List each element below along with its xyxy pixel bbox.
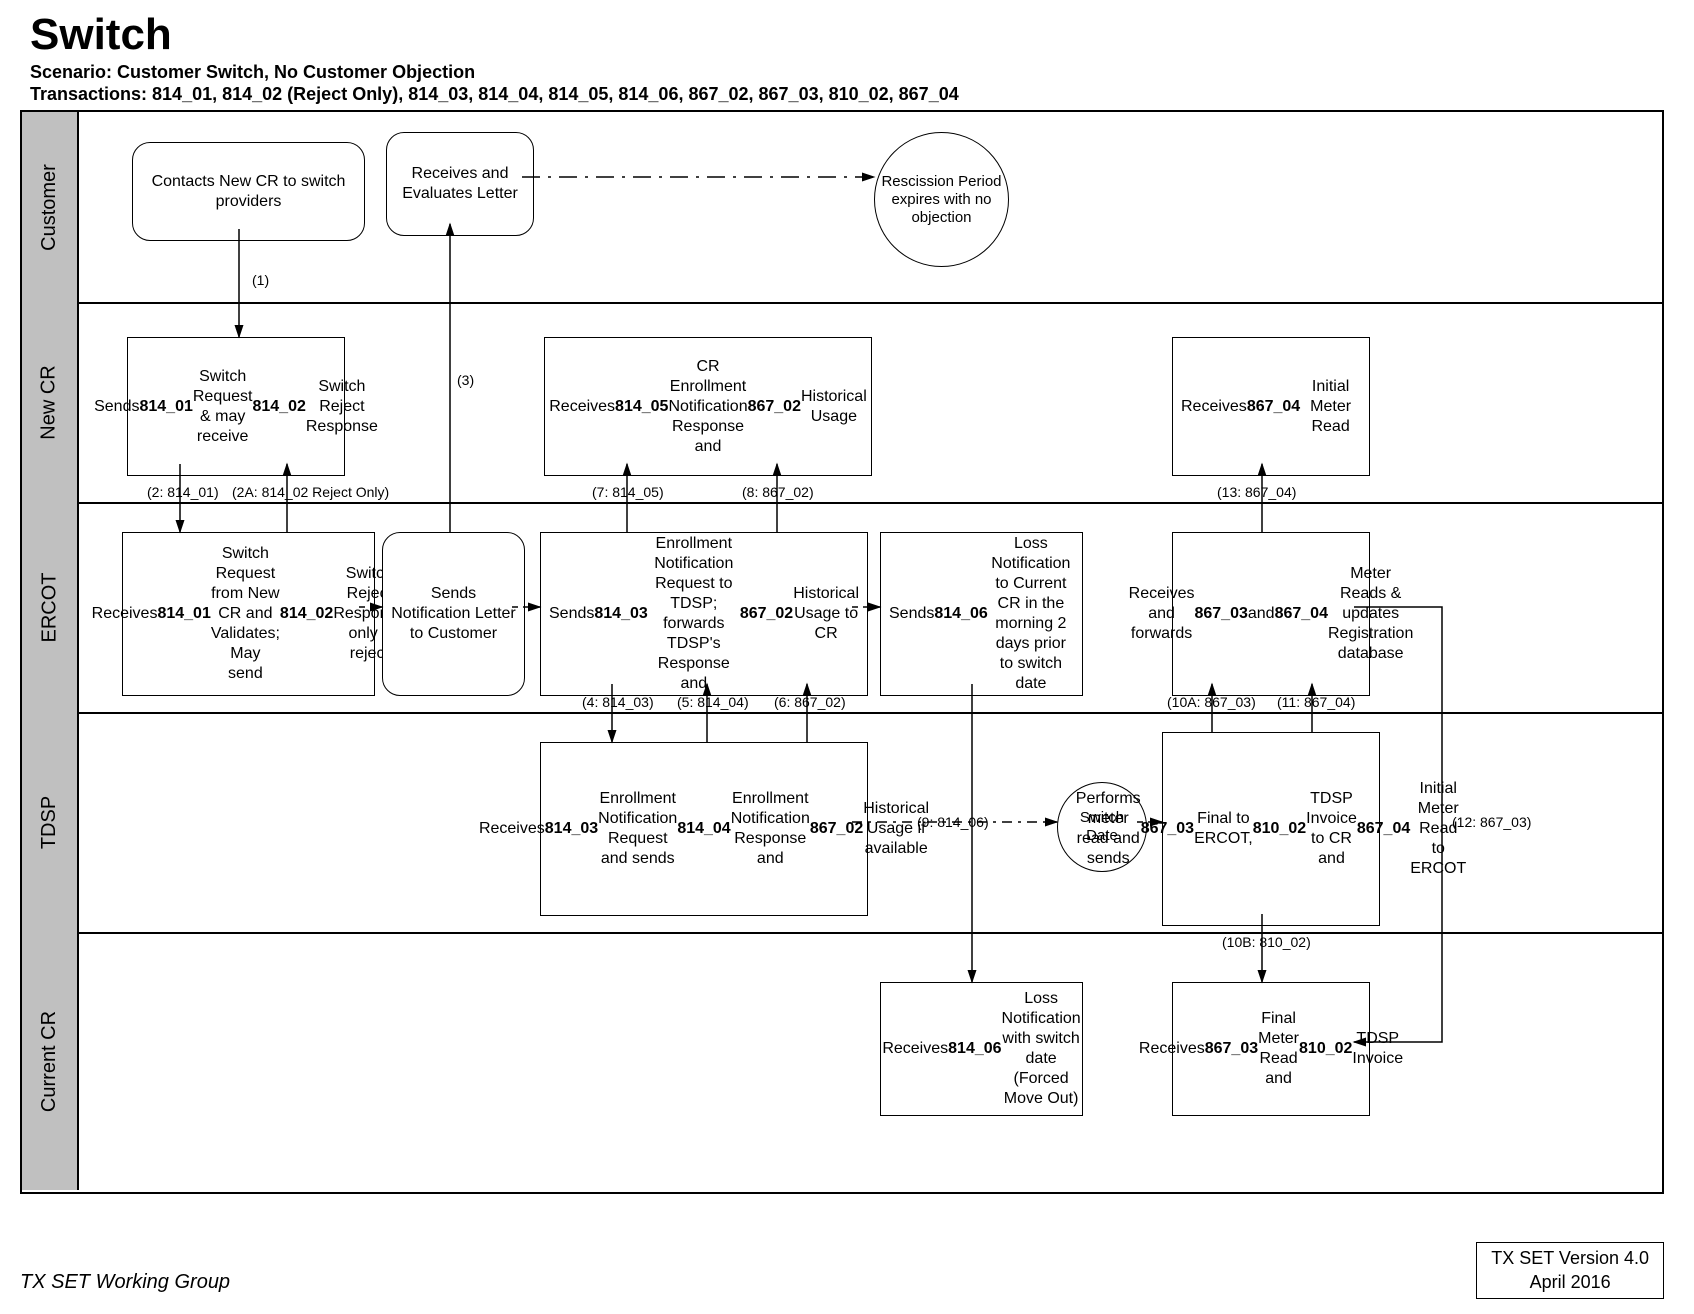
lane-currentcr: Current CR [22,932,1662,1190]
edge-10a: (10A: 867_03) [1167,694,1256,710]
node-cust-contact: Contacts New CR to switch providers [132,142,365,241]
lane-label-cell: TDSP [22,712,79,932]
footer-left: TX SET Working Group [20,1271,230,1294]
swimlane-diagram: Customer New CR ERCOT TDSP Current CR Co… [20,110,1664,1194]
node-cust-receives: Receives and Evaluates Letter [386,132,534,236]
lane-label-cell: Current CR [22,932,79,1190]
node-ercot-recvfwd: Receives and forwards 867_03 and 867_04 … [1172,532,1370,696]
node-ccr-recv03: Receives 867_03 Final Meter Read and 810… [1172,982,1370,1116]
edge-9: (9: 814_06) [917,814,989,830]
node-cust-rescission: Rescission Period expires with no object… [874,132,1009,267]
footer-date: April 2016 [1491,1271,1649,1294]
page-title: Switch [30,10,172,60]
node-tdsp-recv: Receives 814_03 Enrollment Notification … [540,742,868,916]
footer-box: TX SET Version 4.0 April 2016 [1476,1242,1664,1299]
page: Switch Scenario: Customer Switch, No Cus… [0,0,1694,1314]
node-ercot-sendletter: Sends Notification Letter to Customer [382,532,525,696]
node-ercot-send06: Sends 814_06 Loss Notification to Curren… [880,532,1083,696]
footer-version: TX SET Version 4.0 [1491,1247,1649,1270]
node-newcr-recv-meter: Receives 867_04 Initial Meter Read [1172,337,1370,476]
lane-label: Customer [38,164,61,251]
lane-label: TDSP [38,795,61,848]
node-ccr-recv06: Receives 814_06 Loss Notification with s… [880,982,1083,1116]
edge-5: (5: 814_04) [677,694,749,710]
transactions-line: Transactions: 814_01, 814_02 (Reject Onl… [30,84,959,105]
edge-1: (1) [252,272,269,288]
edge-2: (2: 814_01) [147,484,219,500]
lane-label-cell: Customer [22,112,79,302]
edge-10b: (10B: 810_02) [1222,934,1311,950]
node-newcr-recv-enroll: Receives 814_05 CR Enrollment Notificati… [544,337,872,476]
edge-4: (4: 814_03) [582,694,654,710]
lane-label: New CR [38,365,61,439]
edge-3: (3) [457,372,474,388]
lane-label-cell: ERCOT [22,502,79,712]
node-ercot-send03: Sends 814_03 Enrollment Notification Req… [540,532,868,696]
lane-label: ERCOT [38,572,61,642]
scenario-line: Scenario: Customer Switch, No Customer O… [30,62,475,83]
node-ercot-recv: Receives 814_01 Switch Request from New … [122,532,375,696]
edge-11: (11: 867_04) [1277,694,1355,710]
node-tdsp-perform: Performs meter read and sends 867_03 Fin… [1162,732,1380,926]
lane-label-cell: New CR [22,302,79,502]
lane-label: Current CR [38,1010,61,1111]
edge-6: (6: 867_02) [774,694,846,710]
node-newcr-send: Sends 814_01 Switch Request & may receiv… [127,337,345,476]
edge-8: (8: 867_02) [742,484,814,500]
edge-12: (12: 867_03) [1452,814,1531,830]
edge-7: (7: 814_05) [592,484,664,500]
edge-13: (13: 867_04) [1217,484,1296,500]
edge-2a: (2A: 814_02 Reject Only) [232,484,389,500]
